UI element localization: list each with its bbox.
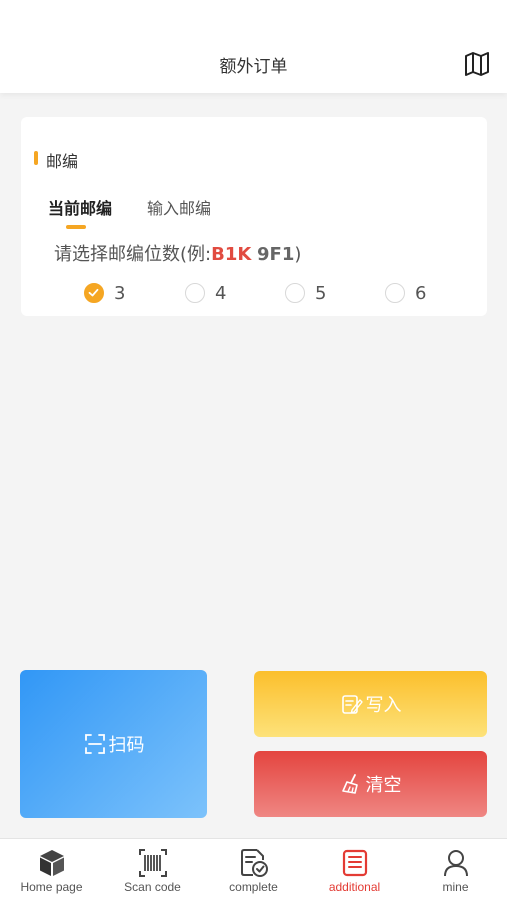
tabbar-item-scan-code[interactable]: Scan code xyxy=(102,839,203,900)
write-button-label: 写入 xyxy=(365,695,402,716)
scan-frame-icon xyxy=(84,734,105,754)
tab-current-postcode[interactable]: 当前邮编 xyxy=(48,195,112,219)
receipt-icon xyxy=(342,849,368,877)
clear-button[interactable]: 清空 xyxy=(254,751,487,817)
box-icon xyxy=(40,850,64,876)
radio-digits-3[interactable]: 3 xyxy=(84,281,125,305)
map-icon[interactable] xyxy=(463,50,491,78)
radio-label: 3 xyxy=(114,282,126,304)
prompt-suffix: ) xyxy=(294,244,302,265)
tabbar-item-mine[interactable]: mine xyxy=(405,839,506,900)
tabbar-label: additional xyxy=(328,880,381,894)
tab-input-postcode[interactable]: 输入邮编 xyxy=(147,195,211,219)
prompt-prefix: 请选择邮编位数(例: xyxy=(54,244,212,265)
radio-unchecked-icon xyxy=(185,283,205,303)
section-marker xyxy=(34,151,38,165)
radio-unchecked-icon xyxy=(285,283,305,303)
bottom-tab-bar: Home page Scan code complete additional … xyxy=(0,838,507,900)
prompt-example-part2: 9F1 xyxy=(257,244,295,265)
tabbar-item-additional[interactable]: additional xyxy=(304,839,405,900)
tabbar-item-complete[interactable]: complete xyxy=(203,839,304,900)
barcode-icon xyxy=(139,849,167,877)
tabbar-label: complete xyxy=(229,880,278,894)
scan-button-label: 扫码 xyxy=(108,735,145,756)
scan-button[interactable]: 扫码 xyxy=(20,670,207,818)
tabbar-label: mine xyxy=(442,880,469,894)
radio-label: 5 xyxy=(315,282,327,304)
user-icon xyxy=(444,850,468,877)
tabbar-label: Home page xyxy=(20,880,83,894)
page-title: 额外订单 xyxy=(219,57,288,77)
radio-unchecked-icon xyxy=(385,283,405,303)
edit-note-icon xyxy=(341,695,363,714)
clear-button-label: 清空 xyxy=(365,775,402,796)
postcode-card: 邮编 当前邮编 输入邮编 请选择邮编位数(例:B1K 9F1) 3 4 5 6 xyxy=(21,117,487,316)
digit-prompt: 请选择邮编位数(例:B1K 9F1) xyxy=(54,240,301,266)
active-tab-indicator xyxy=(66,225,86,229)
prompt-example-part1: B1K xyxy=(211,244,252,265)
radio-label: 6 xyxy=(415,282,427,304)
section-title: 邮编 xyxy=(46,152,79,171)
tabbar-item-home[interactable]: Home page xyxy=(1,839,102,900)
broom-icon xyxy=(341,774,358,794)
radio-checked-icon xyxy=(84,283,104,303)
document-check-icon xyxy=(241,849,268,877)
radio-label: 4 xyxy=(215,282,227,304)
tabbar-label: Scan code xyxy=(124,880,181,894)
radio-digits-6[interactable]: 6 xyxy=(385,281,426,305)
radio-digits-4[interactable]: 4 xyxy=(185,281,226,305)
radio-digits-5[interactable]: 5 xyxy=(285,281,326,305)
top-nav-bar: 额外订单 xyxy=(0,0,507,93)
write-button[interactable]: 写入 xyxy=(254,671,487,737)
